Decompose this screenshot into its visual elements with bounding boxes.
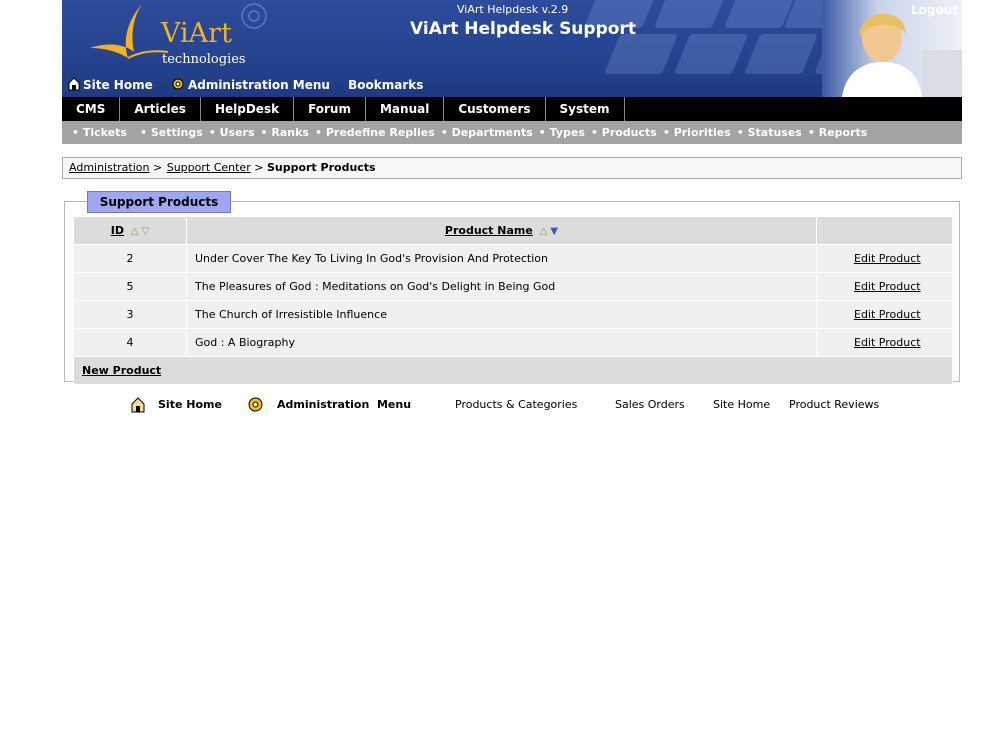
sort-asc-icon[interactable]: △ bbox=[131, 226, 139, 237]
header-admin-menu-label: Administration Menu bbox=[187, 78, 330, 92]
submenu-statuses[interactable]: • Statuses bbox=[737, 126, 802, 139]
table-footer-row: New Product bbox=[73, 356, 953, 385]
header-site-home-link[interactable]: Site Home bbox=[68, 77, 157, 94]
submenu-priorities[interactable]: • Priorities bbox=[663, 126, 731, 139]
gear-icon[interactable] bbox=[247, 396, 264, 416]
home-icon bbox=[68, 77, 80, 94]
header-admin-menu-link[interactable]: Administration Menu bbox=[171, 78, 334, 92]
logo-text: ViArt bbox=[161, 18, 232, 49]
product-name: God : A Biography bbox=[186, 328, 817, 357]
sort-desc-icon[interactable]: ▽ bbox=[142, 226, 150, 237]
menu-item-manual[interactable]: Manual bbox=[366, 97, 445, 121]
logo-subtext: technologies bbox=[162, 52, 246, 67]
submenu-reports[interactable]: • Reports bbox=[808, 126, 867, 139]
footer-site-home-text-link[interactable]: Site Home bbox=[713, 398, 770, 411]
products-table: ID △ ▽ Product Name △ ▼ 2 Under Cover The … bbox=[73, 216, 953, 385]
table-row: 3 The Church of Irresistible Influence E… bbox=[73, 300, 953, 329]
logout-link[interactable]: Logout bbox=[911, 3, 958, 17]
breadcrumb-administration[interactable]: Administration bbox=[69, 161, 150, 174]
edit-product-link[interactable]: Edit Product bbox=[854, 336, 921, 349]
breadcrumb-current: Support Products bbox=[266, 161, 376, 174]
product-id: 3 bbox=[73, 300, 187, 329]
menu-item-helpdesk[interactable]: HelpDesk bbox=[201, 97, 295, 121]
product-id: 5 bbox=[73, 272, 187, 301]
menu-item-cms[interactable]: CMS bbox=[62, 97, 121, 121]
breadcrumb: Administration > Support Center > Suppor… bbox=[62, 157, 962, 179]
table-row: 5 The Pleasures of God : Meditations on … bbox=[73, 272, 953, 301]
sort-by-name-link[interactable]: Product Name bbox=[445, 224, 533, 237]
edit-product-link[interactable]: Edit Product bbox=[854, 280, 921, 293]
panel-tab-title: Support Products bbox=[87, 191, 231, 213]
gear-icon bbox=[171, 77, 185, 94]
table-row: 2 Under Cover The Key To Living In God's… bbox=[73, 244, 953, 273]
sort-asc-icon[interactable]: △ bbox=[540, 226, 548, 237]
product-id: 4 bbox=[73, 328, 187, 357]
footer-products-categories-link[interactable]: Products & Categories bbox=[455, 398, 577, 411]
edit-product-link[interactable]: Edit Product bbox=[854, 252, 921, 265]
edit-product-link[interactable]: Edit Product bbox=[854, 308, 921, 321]
submenu-ranks[interactable]: • Ranks bbox=[261, 126, 309, 139]
product-id: 2 bbox=[73, 244, 187, 273]
column-header-product-name: Product Name △ ▼ bbox=[186, 216, 817, 245]
sub-menu: • Tickets • Settings • Users • Ranks • P… bbox=[62, 121, 962, 144]
breadcrumb-separator: > bbox=[254, 161, 264, 174]
menu-item-articles[interactable]: Articles bbox=[120, 97, 201, 121]
column-header-actions bbox=[816, 216, 953, 245]
footer-links: Site Home Administration Menu Products &… bbox=[62, 396, 962, 418]
submenu-departments[interactable]: • Departments bbox=[441, 126, 533, 139]
submenu-products[interactable]: • Products bbox=[591, 126, 657, 139]
menu-item-system[interactable]: System bbox=[546, 97, 625, 121]
breadcrumb-support-center[interactable]: Support Center bbox=[167, 161, 251, 174]
version-label: ViArt Helpdesk v.2.9 bbox=[457, 3, 569, 16]
support-products-panel: Support Products ID △ ▽ Product Name △ ▼ 2… bbox=[64, 191, 960, 385]
column-header-id: ID △ ▽ bbox=[73, 216, 187, 245]
product-name: The Pleasures of God : Meditations on Go… bbox=[186, 272, 817, 301]
sort-by-id-link[interactable]: ID bbox=[111, 224, 124, 237]
main-menu: CMS Articles HelpDesk Forum Manual Custo… bbox=[62, 97, 962, 121]
footer-site-home-link[interactable]: Site Home bbox=[158, 398, 222, 411]
product-name: The Church of Irresistible Influence bbox=[186, 300, 817, 329]
table-header-row: ID △ ▽ Product Name △ ▼ bbox=[73, 216, 953, 245]
sort-desc-icon[interactable]: ▼ bbox=[550, 226, 558, 237]
product-name: Under Cover The Key To Living In God's P… bbox=[186, 244, 817, 273]
page-header: ViArt technologies ViArt Helpdesk v.2.9 … bbox=[62, 0, 962, 97]
page-title: ViArt Helpdesk Support bbox=[410, 19, 636, 39]
submenu-predefine-replies[interactable]: • Predefine Replies bbox=[315, 126, 435, 139]
submenu-tickets[interactable]: • Tickets bbox=[72, 126, 127, 139]
header-site-home-label: Site Home bbox=[83, 78, 153, 92]
header-bookmarks-link[interactable]: Bookmarks bbox=[348, 78, 423, 92]
submenu-settings[interactable]: • Settings bbox=[140, 126, 203, 139]
header-top-links: Site Home Administration Menu Bookmarks bbox=[68, 77, 437, 94]
home-icon[interactable] bbox=[131, 397, 145, 416]
new-product-link[interactable]: New Product bbox=[82, 364, 161, 377]
breadcrumb-separator: > bbox=[153, 161, 163, 174]
table-row: 4 God : A Biography Edit Product bbox=[73, 328, 953, 357]
submenu-users[interactable]: • Users bbox=[209, 126, 255, 139]
menu-item-customers[interactable]: Customers bbox=[444, 97, 546, 121]
footer-admin-menu-link[interactable]: Administration Menu bbox=[277, 398, 411, 411]
submenu-types[interactable]: • Types bbox=[539, 126, 585, 139]
menu-item-forum[interactable]: Forum bbox=[294, 97, 366, 121]
footer-product-reviews-link[interactable]: Product Reviews bbox=[789, 398, 879, 411]
footer-sales-orders-link[interactable]: Sales Orders bbox=[615, 398, 685, 411]
